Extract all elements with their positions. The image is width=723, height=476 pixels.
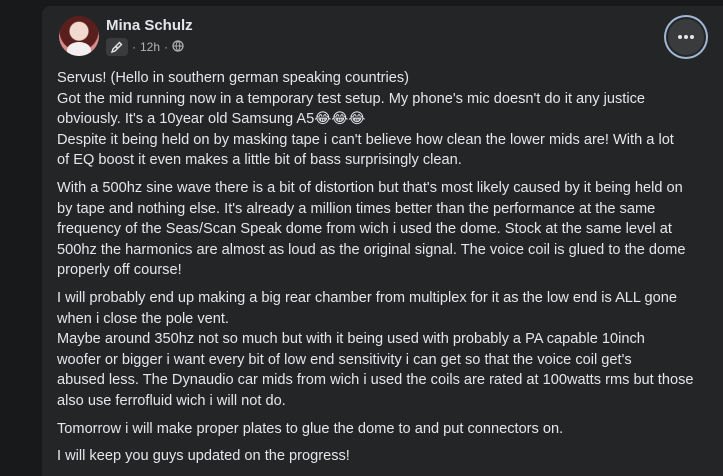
text-line: Despite it being held on by masking tape…	[57, 131, 674, 148]
text-line: properly off course!	[57, 262, 182, 279]
author-name[interactable]: Mina Schulz	[106, 17, 193, 34]
text-line: abused less. The Dynaudio car mids from …	[57, 372, 694, 389]
text-line: of EQ boost it even makes a little bit o…	[57, 152, 462, 169]
text-line: Got the mid running now in a temporary t…	[57, 90, 645, 107]
paragraph: I will probably end up making a big rear…	[57, 288, 712, 412]
more-horizontal-icon	[678, 35, 694, 39]
text-line: also use ferrofluid wich i will not do.	[57, 392, 286, 409]
post-time[interactable]: 12h	[140, 40, 160, 54]
text-line: I will probably end up making a big rear…	[57, 289, 678, 306]
author-avatar[interactable]	[59, 16, 99, 56]
meta-separator: ·	[132, 40, 136, 54]
pencil-icon	[106, 38, 128, 56]
text-line: frequency of the Seas/Scan Speak dome fr…	[57, 221, 672, 238]
text-line: Tomorrow i will make proper plates to gl…	[57, 420, 564, 437]
post-card: Mina Schulz · 12h · Servus! (Hello in so…	[42, 6, 723, 476]
post-meta: · 12h ·	[106, 38, 184, 56]
text-line: With a 500hz sine wave there is a bit of…	[57, 179, 683, 196]
paragraph: Tomorrow i will make proper plates to gl…	[57, 419, 712, 440]
text-line: when i close the pole vent.	[57, 310, 229, 327]
text-line: 500hz the harmonics are almost as loud a…	[57, 241, 686, 258]
meta-separator: ·	[164, 40, 169, 54]
post-text: Servus! (Hello in southern german speaki…	[57, 68, 712, 474]
paragraph: Servus! (Hello in southern german speaki…	[57, 68, 712, 171]
post-menu-button[interactable]	[668, 19, 704, 55]
paragraph: With a 500hz sine wave there is a bit of…	[57, 178, 712, 281]
text-line: Servus! (Hello in southern german speaki…	[57, 70, 410, 86]
globe-icon	[172, 39, 184, 55]
text-line: obviously. It's a 10year old Samsung A5😂…	[57, 111, 366, 128]
text-line: by tape and nothing else. It's already a…	[57, 200, 656, 217]
text-line: woofer or bigger i want every bit of low…	[57, 351, 632, 368]
text-line: Maybe around 350hz not so much but with …	[57, 331, 645, 348]
